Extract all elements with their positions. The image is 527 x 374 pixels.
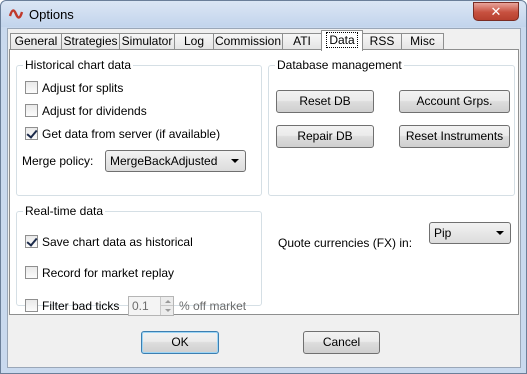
get-data-from-server-checkbox[interactable]: Get data from server (if available) [25,127,220,143]
spin-up-icon[interactable] [160,297,173,306]
spin-down-icon[interactable] [160,306,173,315]
tab-commission[interactable]: Commission [213,33,283,50]
stepper-value: 0.1 [132,299,149,313]
tab-label: Misc [410,34,435,48]
reset-instruments-button[interactable]: Reset Instruments [399,125,510,148]
close-icon: ✕ [490,4,502,19]
title-bar[interactable]: Options ✕ [1,1,526,27]
checkbox-label: Get data from server (if available) [42,127,221,141]
window-title: Options [29,7,74,22]
tab-label: Simulator [121,34,173,48]
checkbox-box[interactable] [25,104,38,118]
chevron-down-icon [496,231,504,235]
dialog-client: General Strategies Simulator Log Commiss… [7,28,521,368]
tab-strip: General Strategies Simulator Log Commiss… [8,30,520,51]
tab-log[interactable]: Log [174,33,214,50]
checkbox-box[interactable] [25,266,38,280]
tab-general[interactable]: General [10,33,62,50]
merge-policy-label: Merge policy: [22,154,94,168]
data-tab-panel: Historical chart data Adjust for splits … [9,49,519,316]
tab-simulator[interactable]: Simulator [119,33,175,50]
filter-suffix-label: % off market [179,299,247,313]
adjust-dividends-checkbox[interactable]: Adjust for dividends [25,104,147,120]
checkbox-label: Record for market replay [42,266,175,280]
tab-label: ATI [293,34,311,48]
real-time-data-group: Real-time data [16,204,262,306]
checkbox-label: Save chart data as historical [42,235,193,249]
filter-bad-ticks-checkbox[interactable]: Filter bad ticks [25,299,119,315]
tab-label: General [14,34,58,48]
tab-strategies[interactable]: Strategies [61,33,120,50]
tab-data[interactable]: Data [321,30,363,51]
record-market-replay-checkbox[interactable]: Record for market replay [25,266,174,282]
ok-button[interactable]: OK [141,331,219,354]
button-label: Cancel [322,335,361,349]
tab-label: Data [326,32,358,48]
close-button[interactable]: ✕ [473,2,519,21]
checkbox-label: Filter bad ticks [42,299,120,313]
group-title: Database management [275,58,404,72]
tab-label: Log [183,34,205,48]
group-title: Real-time data [23,204,106,218]
quote-currencies-value: Pip [434,226,452,240]
merge-policy-value: MergeBackAdjusted [110,154,218,168]
tab-ati[interactable]: ATI [282,33,322,50]
merge-policy-select[interactable]: MergeBackAdjusted [105,150,246,172]
button-label: Reset Instruments [405,129,504,143]
tab-rss[interactable]: RSS [362,33,402,50]
adjust-splits-checkbox[interactable]: Adjust for splits [25,81,123,97]
button-label: Reset DB [299,94,351,108]
checkbox-box-checked[interactable] [25,127,38,141]
quote-currencies-label: Quote currencies (FX) in: [278,236,413,250]
checkbox-box[interactable] [25,299,38,313]
save-chart-data-checkbox[interactable]: Save chart data as historical [25,235,193,251]
cancel-button[interactable]: Cancel [303,331,380,354]
button-label: Account Grps. [416,94,493,108]
chevron-down-icon [231,159,239,163]
repair-db-button[interactable]: Repair DB [276,125,374,148]
tab-misc[interactable]: Misc [401,33,444,50]
app-logo-icon [8,9,24,19]
group-title: Historical chart data [23,58,134,72]
tab-label: RSS [369,34,395,48]
filter-threshold-stepper[interactable]: 0.1 [128,296,174,316]
checkbox-label: Adjust for dividends [42,104,147,118]
quote-currencies-select[interactable]: Pip [429,222,511,244]
checkbox-box[interactable] [25,81,38,95]
options-window: Options ✕ General Strategies Simulator L… [0,0,527,374]
tab-label: Commission [214,34,281,48]
button-label: Repair DB [297,129,353,143]
button-label: OK [171,335,189,349]
checkbox-label: Adjust for splits [42,81,124,95]
tab-label: Strategies [63,34,118,48]
account-grps-button[interactable]: Account Grps. [399,90,510,113]
checkbox-box-checked[interactable] [25,235,38,249]
reset-db-button[interactable]: Reset DB [276,90,374,113]
